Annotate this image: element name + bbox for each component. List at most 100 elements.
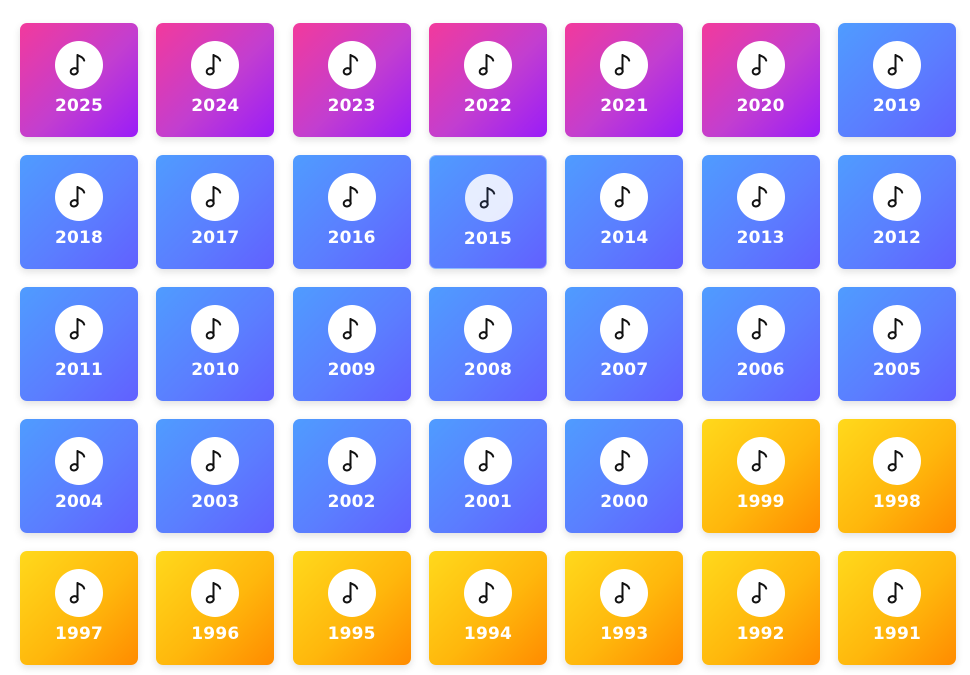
music-note-icon bbox=[55, 437, 103, 485]
year-label: 1997 bbox=[54, 624, 104, 644]
year-label: 2006 bbox=[736, 360, 785, 380]
music-note-icon bbox=[736, 41, 785, 89]
year-label: 2009 bbox=[327, 360, 376, 380]
year-label: 2014 bbox=[600, 228, 649, 248]
music-note-icon bbox=[55, 173, 103, 221]
music-note-icon bbox=[600, 569, 649, 617]
year-label: 1996 bbox=[191, 624, 240, 644]
music-note-icon bbox=[327, 305, 376, 353]
year-tile-grid: 2025 2024 2023 2022 2021 2020 2019 2018 … bbox=[20, 23, 956, 665]
music-note-icon bbox=[191, 305, 240, 353]
year-tile-2016[interactable]: 2016 bbox=[292, 155, 411, 269]
year-tile-2008[interactable]: 2008 bbox=[428, 287, 547, 401]
year-label: 1991 bbox=[872, 624, 922, 644]
year-tile-1993[interactable]: 1993 bbox=[565, 551, 684, 665]
year-label: 2025 bbox=[54, 96, 104, 116]
music-note-icon bbox=[736, 305, 785, 353]
music-note-icon bbox=[55, 305, 103, 353]
music-note-icon bbox=[463, 569, 512, 617]
year-label: 2022 bbox=[463, 96, 513, 116]
music-note-icon bbox=[191, 173, 240, 221]
year-tile-2022[interactable]: 2022 bbox=[428, 23, 547, 137]
year-label: 1992 bbox=[736, 624, 785, 644]
year-tile-2020[interactable]: 2020 bbox=[701, 23, 820, 137]
year-tile-2017[interactable]: 2017 bbox=[156, 155, 275, 269]
music-note-icon bbox=[191, 41, 240, 89]
year-label: 2007 bbox=[600, 360, 649, 380]
year-label: 2011 bbox=[54, 360, 104, 380]
music-note-icon bbox=[872, 41, 921, 89]
year-label: 2016 bbox=[327, 228, 376, 248]
year-label: 2023 bbox=[327, 96, 376, 116]
year-label: 2021 bbox=[600, 96, 649, 116]
music-note-icon bbox=[600, 305, 649, 353]
music-note-icon bbox=[464, 174, 513, 222]
year-tile-2025[interactable]: 2025 bbox=[20, 23, 138, 137]
year-tile-1996[interactable]: 1996 bbox=[156, 551, 275, 665]
year-label: 1994 bbox=[463, 624, 513, 644]
music-note-icon bbox=[600, 41, 649, 89]
music-note-icon bbox=[191, 569, 240, 617]
year-tile-1995[interactable]: 1995 bbox=[292, 551, 411, 665]
music-note-icon bbox=[191, 437, 240, 485]
year-label: 2018 bbox=[54, 228, 104, 248]
year-tile-1994[interactable]: 1994 bbox=[428, 551, 547, 665]
year-tile-2013[interactable]: 2013 bbox=[701, 155, 820, 269]
year-label: 2004 bbox=[54, 492, 104, 512]
year-label: 2017 bbox=[191, 228, 240, 248]
year-tile-2021[interactable]: 2021 bbox=[565, 23, 684, 137]
year-tile-2018[interactable]: 2018 bbox=[20, 155, 138, 269]
year-tile-2014[interactable]: 2014 bbox=[565, 155, 684, 269]
year-tile-2010[interactable]: 2010 bbox=[156, 287, 275, 401]
music-note-icon bbox=[327, 569, 376, 617]
music-note-icon bbox=[327, 437, 376, 485]
year-label: 2010 bbox=[191, 360, 240, 380]
music-note-icon bbox=[463, 305, 512, 353]
year-label: 2002 bbox=[327, 492, 376, 512]
year-tile-2004[interactable]: 2004 bbox=[20, 419, 138, 533]
year-tile-2015[interactable]: 2015 bbox=[428, 155, 547, 269]
year-tile-1999[interactable]: 1999 bbox=[701, 419, 820, 533]
year-tile-2009[interactable]: 2009 bbox=[292, 287, 411, 401]
music-note-icon bbox=[872, 305, 921, 353]
year-label: 2005 bbox=[872, 360, 922, 380]
music-note-icon bbox=[327, 173, 376, 221]
year-tile-1992[interactable]: 1992 bbox=[701, 551, 820, 665]
year-tile-2024[interactable]: 2024 bbox=[156, 23, 275, 137]
year-tile-2012[interactable]: 2012 bbox=[837, 155, 956, 269]
year-tile-2007[interactable]: 2007 bbox=[565, 287, 684, 401]
year-tile-2005[interactable]: 2005 bbox=[837, 287, 956, 401]
music-note-icon bbox=[872, 437, 921, 485]
year-label: 2013 bbox=[736, 228, 785, 248]
year-tile-1991[interactable]: 1991 bbox=[837, 551, 956, 665]
year-tile-2011[interactable]: 2011 bbox=[20, 287, 138, 401]
music-note-icon bbox=[736, 437, 785, 485]
year-tile-2002[interactable]: 2002 bbox=[292, 419, 411, 533]
year-label: 2012 bbox=[872, 228, 922, 248]
music-note-icon bbox=[55, 569, 103, 617]
music-note-icon bbox=[327, 41, 376, 89]
music-note-icon bbox=[872, 569, 921, 617]
year-tile-1997[interactable]: 1997 bbox=[20, 551, 138, 665]
year-tile-2023[interactable]: 2023 bbox=[292, 23, 411, 137]
year-label: 2000 bbox=[600, 492, 649, 512]
year-label: 1993 bbox=[600, 624, 649, 644]
music-note-icon bbox=[736, 173, 785, 221]
music-note-icon bbox=[872, 173, 921, 221]
year-tile-2003[interactable]: 2003 bbox=[156, 419, 275, 533]
year-tile-2019[interactable]: 2019 bbox=[837, 23, 956, 137]
year-label: 1998 bbox=[872, 492, 922, 512]
year-label: 2019 bbox=[872, 96, 922, 116]
music-note-icon bbox=[55, 41, 103, 89]
year-tile-1998[interactable]: 1998 bbox=[837, 419, 956, 533]
year-tile-2000[interactable]: 2000 bbox=[565, 419, 684, 533]
music-note-icon bbox=[463, 41, 512, 89]
music-note-icon bbox=[463, 437, 512, 485]
music-note-icon bbox=[600, 173, 649, 221]
year-label: 2015 bbox=[463, 229, 513, 249]
year-tile-2001[interactable]: 2001 bbox=[428, 419, 547, 533]
music-note-icon bbox=[736, 569, 785, 617]
year-label: 2020 bbox=[736, 96, 785, 116]
year-tile-2006[interactable]: 2006 bbox=[701, 287, 820, 401]
music-note-icon bbox=[600, 437, 649, 485]
